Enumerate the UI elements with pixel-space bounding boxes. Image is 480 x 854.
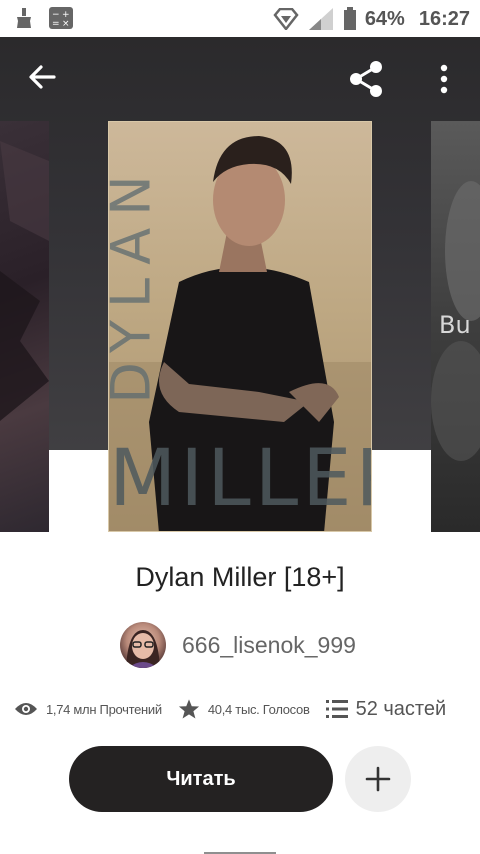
previous-story-cover[interactable] xyxy=(0,121,49,532)
reads-count: 1,74 млн Прочтений xyxy=(46,701,162,717)
eye-icon xyxy=(15,703,37,715)
app-bar xyxy=(0,37,480,121)
more-options-button[interactable] xyxy=(432,59,456,99)
status-bar: − + = × 64% 16:27 xyxy=(0,0,480,37)
share-button[interactable] xyxy=(346,59,386,99)
cleaner-icon xyxy=(14,7,34,29)
reads-stat: 1,74 млн Прочтений xyxy=(14,701,162,717)
list-icon xyxy=(325,700,348,718)
more-vert-icon xyxy=(440,64,448,94)
story-cover[interactable]: DYLAN MILLER xyxy=(108,121,372,532)
arrow-left-icon xyxy=(29,65,56,89)
calculator-icon: − + = × xyxy=(48,6,74,30)
content-peek xyxy=(200,846,280,854)
battery-level: 64% xyxy=(364,7,405,30)
back-button[interactable] xyxy=(24,59,60,95)
story-stats: 1,74 млн Прочтений 40,4 тыс. Голосов 52 … xyxy=(14,694,474,724)
next-story-cover[interactable]: Bu xyxy=(431,121,480,532)
votes-count: 40,4 тыс. Голосов xyxy=(207,701,310,717)
cover-title-bottom: MILLER xyxy=(109,434,371,524)
vpn-diamond-icon xyxy=(273,8,299,30)
plus-icon xyxy=(365,766,391,792)
next-cover-text: Bu xyxy=(439,311,471,339)
votes-stat: 40,4 тыс. Голосов xyxy=(178,698,310,720)
clock: 16:27 xyxy=(418,7,470,30)
svg-text:=: = xyxy=(52,19,60,29)
parts-stat[interactable]: 52 частей xyxy=(325,698,447,721)
author-avatar[interactable] xyxy=(120,622,166,668)
battery-icon xyxy=(343,7,357,31)
story-title: Dylan Miller [18+] xyxy=(135,562,345,592)
share-icon xyxy=(350,61,382,97)
read-button[interactable]: Читать xyxy=(69,746,333,812)
author-name[interactable]: 666_lisenok_999 xyxy=(182,632,356,659)
add-to-library-button[interactable] xyxy=(345,746,411,812)
signal-icon xyxy=(307,7,335,31)
cover-title-vertical: DYLAN xyxy=(108,163,163,404)
author-row[interactable]: 666_lisenok_999 xyxy=(120,621,356,669)
star-icon xyxy=(178,699,199,719)
svg-text:×: × xyxy=(62,19,70,29)
parts-count[interactable]: 52 частей xyxy=(356,698,447,721)
